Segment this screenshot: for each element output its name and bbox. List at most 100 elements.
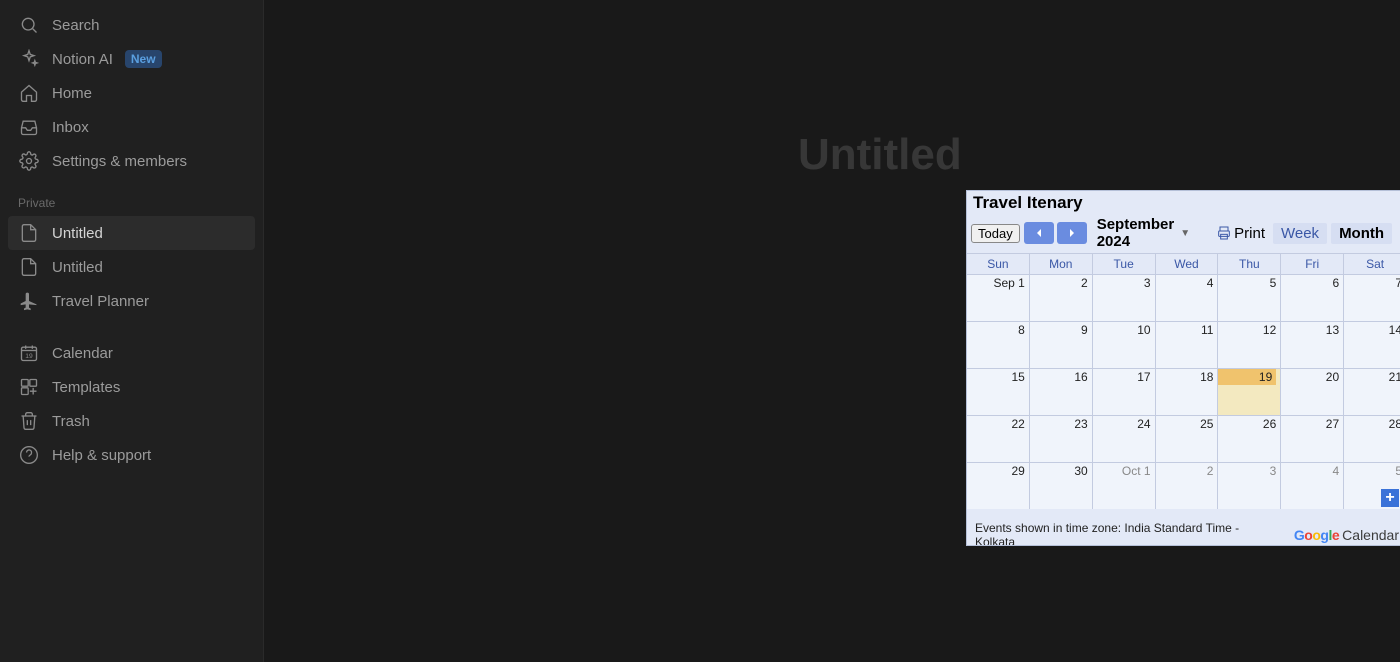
calendar-day-cell[interactable]: 10 [1093, 321, 1156, 368]
calendar-day-cell[interactable]: 8 [967, 321, 1030, 368]
calendar-day-cell[interactable]: 26 [1218, 415, 1281, 462]
tab-week[interactable]: Week [1273, 223, 1327, 244]
sidebar-label: Notion AI [52, 51, 113, 68]
calendar-day-cell[interactable]: 20 [1281, 368, 1344, 415]
today-button[interactable]: Today [971, 224, 1020, 243]
sidebar-item-settings[interactable]: Settings & members [8, 144, 255, 178]
inbox-icon [18, 116, 40, 138]
day-header: Mon [1030, 254, 1093, 274]
sidebar-label: Trash [52, 413, 90, 430]
day-header: Tue [1093, 254, 1156, 274]
calendar-day-cell[interactable]: 7 [1344, 274, 1400, 321]
search-icon [18, 14, 40, 36]
new-badge: New [125, 50, 162, 68]
prev-button[interactable] [1024, 222, 1054, 244]
page-item-untitled-1[interactable]: Untitled [8, 216, 255, 250]
home-icon [18, 82, 40, 104]
tab-month[interactable]: Month [1331, 223, 1392, 244]
calendar-day-cell[interactable]: 13 [1281, 321, 1344, 368]
calendar-day-cell[interactable]: 15 [967, 368, 1030, 415]
calendar-day-cell[interactable]: 2 [1030, 274, 1093, 321]
calendar-toolbar: Today September 2024 ▼ Print Week [967, 213, 1400, 253]
main-content: Untitled Travel Itenary Today September … [264, 0, 1400, 662]
brand-suffix: Calendar [1342, 527, 1399, 543]
month-label[interactable]: September 2024 [1097, 216, 1175, 250]
sidebar-item-notion-ai[interactable]: Notion AI New [8, 42, 255, 76]
svg-text:19: 19 [25, 353, 33, 360]
page-icon [18, 256, 40, 278]
day-header: Thu [1218, 254, 1281, 274]
page-label: Travel Planner [52, 293, 149, 310]
calendar-day-cell[interactable]: 6 [1281, 274, 1344, 321]
sidebar-label: Inbox [52, 119, 89, 136]
chevron-down-icon[interactable]: ▼ [1180, 228, 1190, 239]
calendar-embed: Travel Itenary Today September 2024 ▼ Pr… [966, 190, 1400, 546]
page-label: Untitled [52, 225, 103, 242]
page-item-untitled-2[interactable]: Untitled [8, 250, 255, 284]
calendar-title: Travel Itenary [967, 191, 1400, 213]
page-item-travel-planner[interactable]: Travel Planner [8, 284, 255, 318]
calendar-day-cell[interactable]: 21 [1344, 368, 1400, 415]
calendar-day-cell[interactable]: 27 [1281, 415, 1344, 462]
calendar-day-cell[interactable]: 23 [1030, 415, 1093, 462]
calendar-day-cell[interactable]: Sep 1 [967, 274, 1030, 321]
calendar-day-cell[interactable]: 12 [1218, 321, 1281, 368]
calendar-day-cell[interactable]: 16 [1030, 368, 1093, 415]
calendar-day-cell[interactable]: 18 [1156, 368, 1219, 415]
sidebar-label: Settings & members [52, 153, 187, 170]
sidebar: Search Notion AI New Home Inbox Se [0, 0, 264, 662]
help-icon [18, 444, 40, 466]
sidebar-item-help[interactable]: Help & support [8, 438, 255, 472]
sidebar-label: Home [52, 85, 92, 102]
calendar-day-cell[interactable]: 22 [967, 415, 1030, 462]
google-logo: Google [1294, 527, 1339, 543]
calendar-day-cell[interactable]: 3 [1218, 462, 1281, 509]
sidebar-item-inbox[interactable]: Inbox [8, 110, 255, 144]
tab-agenda[interactable]: Ag [1396, 223, 1400, 244]
gear-icon [18, 150, 40, 172]
calendar-day-cell[interactable]: 19 [1218, 368, 1281, 415]
add-event-button[interactable]: + [1381, 489, 1399, 507]
calendar-day-cell[interactable]: 2 [1156, 462, 1219, 509]
sidebar-item-trash[interactable]: Trash [8, 404, 255, 438]
section-label-private: Private [8, 178, 255, 216]
sidebar-item-templates[interactable]: Templates [8, 370, 255, 404]
timezone-note: Events shown in time zone: India Standar… [975, 521, 1255, 546]
sparkle-icon [18, 48, 40, 70]
day-header: Wed [1156, 254, 1219, 274]
day-header: Sun [967, 254, 1030, 274]
calendar-day-cell[interactable]: 28 [1344, 415, 1400, 462]
plane-icon [18, 290, 40, 312]
print-label: Print [1234, 225, 1265, 242]
calendar-day-cell[interactable]: 24 [1093, 415, 1156, 462]
calendar-day-cell[interactable]: 14 [1344, 321, 1400, 368]
calendar-grid: SunMonTueWedThuFriSat Sep 12345678910111… [967, 253, 1400, 509]
sidebar-label: Calendar [52, 345, 113, 362]
calendar-day-cell[interactable]: 9 [1030, 321, 1093, 368]
calendar-day-cell[interactable]: 30 [1030, 462, 1093, 509]
next-button[interactable] [1057, 222, 1087, 244]
trash-icon [18, 410, 40, 432]
calendar-day-cell[interactable]: 17 [1093, 368, 1156, 415]
calendar-day-cell[interactable]: Oct 1 [1093, 462, 1156, 509]
calendar-day-cell[interactable]: 25 [1156, 415, 1219, 462]
day-header: Fri [1281, 254, 1344, 274]
sidebar-item-calendar[interactable]: 19 Calendar [8, 336, 255, 370]
sidebar-item-search[interactable]: Search [8, 8, 255, 42]
calendar-day-cell[interactable]: 11 [1156, 321, 1219, 368]
calendar-icon: 19 [18, 342, 40, 364]
calendar-day-cell[interactable]: 3 [1093, 274, 1156, 321]
sidebar-label: Search [52, 17, 100, 34]
print-button[interactable]: Print [1216, 225, 1265, 242]
calendar-day-cell[interactable]: 29 [967, 462, 1030, 509]
calendar-day-cell[interactable]: 5 [1218, 274, 1281, 321]
sidebar-label: Templates [52, 379, 120, 396]
page-title[interactable]: Untitled [798, 130, 962, 180]
sidebar-item-home[interactable]: Home [8, 76, 255, 110]
calendar-day-cell[interactable]: 4 [1281, 462, 1344, 509]
sidebar-label: Help & support [52, 447, 151, 464]
templates-icon [18, 376, 40, 398]
page-label: Untitled [52, 259, 103, 276]
calendar-day-cell[interactable]: 4 [1156, 274, 1219, 321]
google-calendar-brand[interactable]: Google Calendar [1294, 527, 1399, 543]
